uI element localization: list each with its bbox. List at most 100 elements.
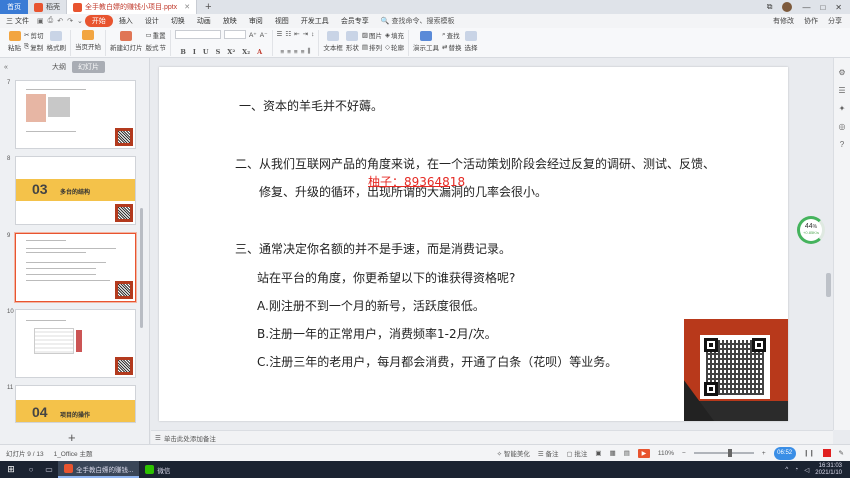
- pen-icon[interactable]: ✎: [839, 449, 844, 457]
- tray-chevron-icon[interactable]: ^: [785, 466, 788, 473]
- font-color-button[interactable]: A: [255, 48, 264, 56]
- sorter-view-icon[interactable]: ▦: [610, 449, 616, 457]
- pause-recording-icon[interactable]: ❙❙: [804, 449, 815, 457]
- vertical-scrollbar[interactable]: [825, 58, 833, 430]
- menu-design[interactable]: 设计: [139, 16, 165, 26]
- beautify-button[interactable]: ✧ 智能美化: [497, 448, 530, 458]
- file-menu[interactable]: 三 文件: [0, 16, 35, 26]
- menu-slideshow[interactable]: 放映: [217, 16, 243, 26]
- slideshow-play-button[interactable]: ▶: [637, 448, 650, 458]
- zoom-out-icon[interactable]: −: [682, 450, 686, 457]
- numbered-list-icon[interactable]: ☷: [285, 30, 291, 38]
- settings-icon[interactable]: ⚙: [838, 68, 845, 77]
- strike-button[interactable]: S: [214, 48, 223, 56]
- superscript-button[interactable]: X²: [225, 48, 237, 56]
- play-from-current-button[interactable]: 当页开始: [75, 30, 101, 51]
- network-icon[interactable]: ◔: [794, 466, 798, 473]
- share-button[interactable]: 分享: [828, 16, 842, 26]
- text-box-button[interactable]: 文本框: [323, 30, 343, 52]
- underline-button[interactable]: U: [201, 48, 211, 56]
- menu-developer[interactable]: 开发工具: [295, 16, 335, 26]
- help-icon[interactable]: ?: [840, 140, 844, 149]
- avatar[interactable]: [782, 2, 793, 12]
- bullet-list-icon[interactable]: ☰: [277, 30, 283, 38]
- slide-thumbnail[interactable]: [15, 309, 136, 378]
- search-icon[interactable]: ○: [22, 465, 40, 474]
- outline-button[interactable]: ◇ 轮廓: [385, 42, 404, 52]
- print-icon[interactable]: ⎙: [46, 17, 56, 25]
- redo-icon[interactable]: ↷: [65, 17, 75, 25]
- reset-button[interactable]: ▭ 重置: [145, 30, 166, 40]
- grow-font-icon[interactable]: A⁺: [249, 31, 257, 39]
- font-family-select[interactable]: [174, 30, 221, 39]
- animation-icon[interactable]: ✦: [839, 104, 846, 113]
- panel-scrollbar[interactable]: [140, 208, 143, 328]
- menu-insert[interactable]: 插入: [113, 16, 139, 26]
- volume-icon[interactable]: ◁: [804, 466, 809, 474]
- slide-thumbnail-selected[interactable]: [15, 233, 136, 302]
- menu-animation[interactable]: 动画: [191, 16, 217, 26]
- command-search[interactable]: 🔍 查找命令、搜索模板: [375, 16, 461, 26]
- align-center-icon[interactable]: ≡: [287, 49, 291, 56]
- collapse-panel-icon[interactable]: «: [0, 64, 46, 71]
- tab-docer[interactable]: 稻壳: [28, 0, 67, 14]
- reading-view-icon[interactable]: ▤: [624, 449, 630, 457]
- normal-view-icon[interactable]: ▣: [595, 449, 601, 457]
- home-tab[interactable]: 首页: [0, 0, 28, 14]
- notes-toggle-button[interactable]: ☰ 备注: [538, 448, 559, 458]
- chevron-down-icon[interactable]: ⌄: [75, 17, 85, 25]
- replace-button[interactable]: ⇄ 替换: [442, 42, 461, 52]
- shape-format-icon[interactable]: ◎: [839, 122, 846, 131]
- arrange-button[interactable]: ▤ 排列: [362, 42, 382, 52]
- stop-recording-button[interactable]: [822, 449, 831, 457]
- menu-transition[interactable]: 切换: [165, 16, 191, 26]
- font-size-select[interactable]: [223, 30, 246, 39]
- zoom-in-icon[interactable]: +: [762, 450, 766, 457]
- menu-start[interactable]: 开始: [84, 15, 113, 27]
- align-right-icon[interactable]: ≡: [294, 49, 298, 56]
- taskbar-app-wps[interactable]: 全手教白嫖的赚钱...: [58, 461, 140, 478]
- bold-button[interactable]: B: [178, 48, 188, 56]
- present-tools-button[interactable]: 演示工具: [413, 30, 439, 52]
- justify-icon[interactable]: ≡: [301, 49, 305, 56]
- modified-status[interactable]: 有修改: [773, 16, 794, 26]
- zoom-slider[interactable]: [693, 449, 754, 457]
- line-spacing-icon[interactable]: ↕: [311, 31, 314, 38]
- picture-button[interactable]: ▨ 图片: [362, 30, 382, 40]
- maximize-icon[interactable]: □: [820, 3, 825, 12]
- scroll-thumb[interactable]: [826, 273, 831, 297]
- tab-document[interactable]: 全手教白嫖的赚钱小项目.pptx ✕: [67, 0, 198, 14]
- new-slide-button[interactable]: 新建幻灯片: [110, 30, 142, 52]
- tab-slides[interactable]: 幻灯片: [72, 61, 105, 73]
- section-button[interactable]: 节: [159, 42, 166, 52]
- paste-button[interactable]: 粘贴: [8, 30, 21, 52]
- indent-decrease-icon[interactable]: ⇤: [294, 30, 299, 38]
- align-left-icon[interactable]: ≡: [280, 49, 284, 56]
- find-button[interactable]: ⌕ 查找: [442, 30, 461, 40]
- new-tab-button[interactable]: +: [197, 1, 219, 13]
- italic-button[interactable]: I: [191, 48, 198, 56]
- layout-icon[interactable]: ⧉: [767, 2, 773, 12]
- subscript-button[interactable]: X₂: [240, 48, 252, 56]
- indent-increase-icon[interactable]: ⇥: [303, 30, 308, 38]
- cut-button[interactable]: ✂ 剪切: [24, 30, 43, 40]
- menu-review[interactable]: 审阅: [243, 16, 269, 26]
- slide-thumbnail[interactable]: 04 项目的操作: [15, 385, 136, 423]
- copy-button[interactable]: ⎘ 复制: [24, 42, 43, 52]
- columns-icon[interactable]: ⫼: [308, 48, 311, 56]
- shape-button[interactable]: 形状: [346, 30, 359, 52]
- shrink-font-icon[interactable]: A⁻: [260, 31, 268, 39]
- notes-bar[interactable]: ☰ 单击此处添加备注: [151, 430, 833, 444]
- format-painter-button[interactable]: 格式刷: [46, 30, 66, 52]
- clock[interactable]: 16:31:03 2021/1/10: [815, 463, 842, 477]
- minimize-icon[interactable]: —: [802, 3, 810, 12]
- add-slide-button[interactable]: +: [68, 430, 76, 445]
- menu-member[interactable]: 会员专享: [335, 16, 375, 26]
- menu-view[interactable]: 视图: [269, 16, 295, 26]
- fill-button[interactable]: ◈ 填充: [385, 30, 404, 40]
- select-button[interactable]: 选择: [464, 30, 477, 52]
- save-icon[interactable]: ▣: [35, 17, 46, 25]
- taskbar-app-wechat[interactable]: 微信: [139, 461, 176, 478]
- slide-thumbnail[interactable]: 03 多台的结构: [15, 156, 136, 225]
- current-slide[interactable]: 一、资本的羊毛并不好薅。 二、从我们互联网产品的角度来说，在一个活动策划阶段会经…: [159, 67, 788, 421]
